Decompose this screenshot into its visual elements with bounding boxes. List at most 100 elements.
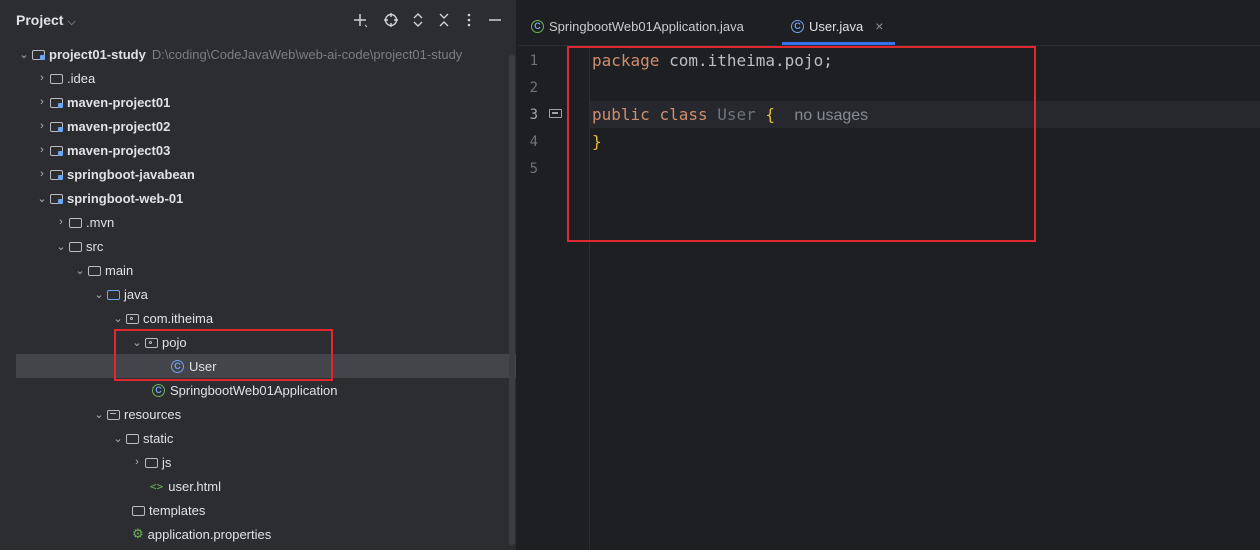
highlight-box-code [567,46,1036,242]
line-number: 2 [529,80,538,96]
tab-label: SpringbootWeb01Application.java [549,18,744,34]
module-folder-icon [50,143,67,158]
tree-item-src[interactable]: ⌄ src [0,234,516,258]
chevron-down-icon[interactable]: ⌄ [53,240,69,253]
project-title: Project [16,12,64,28]
chevron-down-icon[interactable]: ⌄ [91,288,107,301]
close-icon[interactable]: × [875,18,883,34]
target-icon[interactable] [381,10,401,30]
tree-item-springbootweb01application[interactable]: C SpringbootWeb01Application [0,378,516,402]
tree-item-label: js [162,454,172,470]
chevron-down-icon[interactable]: ⌄ [91,408,107,421]
line-number: 5 [529,161,538,177]
add-icon[interactable] [350,10,370,30]
tree-item-label: src [86,238,104,254]
tree-item-label: main [105,262,134,278]
tree-item-label: springboot-web-01 [67,190,184,206]
tree-item-label: springboot-javabean [67,166,195,182]
tree-item-label: maven-project01 [67,94,171,110]
tree-item-idea[interactable]: › .idea [0,66,516,90]
tree-item-mvn[interactable]: › .mvn [0,210,516,234]
module-folder-icon [50,95,67,110]
chevron-right-icon[interactable]: › [53,216,69,228]
tab-label: User.java [809,18,864,34]
line-number: 4 [529,134,538,150]
tree-item-application-properties[interactable]: ⚙ application.properties [0,522,516,546]
folder-icon [132,506,145,516]
tree-item-label: java [124,286,148,302]
tree-item-springboot-web-01[interactable]: ⌄ springboot-web-01 [0,186,516,210]
project-view-selector[interactable]: Project ⌵ [16,12,76,29]
source-folder-icon [107,290,120,300]
highlight-box-tree [114,329,333,381]
tree-item-static[interactable]: ⌄ static [0,426,516,450]
tree-item-maven-project01[interactable]: › maven-project01 [0,90,516,114]
collapse-all-icon[interactable] [434,10,454,30]
spring-class-icon: C [531,19,544,33]
module-folder-icon [32,47,49,62]
tree-item-main[interactable]: ⌄ main [0,258,516,282]
tree-item-label: application.properties [147,526,272,542]
chevron-right-icon[interactable]: › [129,456,145,468]
tab-springbootweb01application[interactable]: C SpringbootWeb01Application.java [531,12,744,40]
package-icon [126,314,139,324]
chevron-down-icon[interactable]: ⌄ [110,432,126,445]
tree-item-label: .idea [67,70,96,86]
active-tab-indicator [782,42,895,45]
resources-folder-icon [107,410,120,420]
chevron-down-icon[interactable]: ⌄ [34,192,50,205]
tree-item-maven-project02[interactable]: › maven-project02 [0,114,516,138]
editor-tab-bar: C SpringbootWeb01Application.java C User… [518,0,1260,46]
module-folder-icon [50,167,67,182]
tree-scrollbar[interactable] [509,55,515,545]
tree-item-label: com.itheima [143,310,214,326]
implementation-marker-icon[interactable] [549,109,562,118]
chevron-right-icon[interactable]: › [34,72,50,84]
project-path-hint: D:\coding\CodeJavaWeb\web-ai-code\projec… [151,46,463,62]
tree-item-label: templates [149,502,206,518]
spring-class-icon: C [152,383,165,397]
module-folder-icon [50,191,67,206]
more-icon[interactable] [459,10,479,30]
minimize-icon[interactable] [485,10,505,30]
chevron-right-icon[interactable]: › [34,120,50,132]
expand-all-icon[interactable] [408,10,428,30]
tab-user-java[interactable]: C User.java × [791,12,883,40]
tree-item-project01-study[interactable]: ⌄ project01-study D:\coding\CodeJavaWeb\… [0,42,516,66]
tree-item-java[interactable]: ⌄ java [0,282,516,306]
chevron-down-icon: ⌵ [67,16,76,28]
tree-item-js[interactable]: › js [0,450,516,474]
chevron-right-icon[interactable]: › [34,144,50,156]
properties-file-icon: ⚙ [132,526,144,541]
line-number: 1 [529,53,538,69]
tree-item-user-html[interactable]: <> user.html [0,474,516,498]
tree-item-label: static [143,430,174,446]
project-panel-header: Project ⌵ [0,0,516,40]
tree-item-springboot-javabean[interactable]: › springboot-javabean [0,162,516,186]
tree-item-maven-project03[interactable]: › maven-project03 [0,138,516,162]
chevron-right-icon[interactable]: › [34,96,50,108]
folder-icon [69,218,82,228]
tree-item-resources[interactable]: ⌄ resources [0,402,516,426]
tree-item-label: maven-project03 [67,142,171,158]
class-icon: C [791,19,804,33]
tree-item-label: user.html [168,478,221,494]
tree-item-label: .mvn [86,214,115,230]
tree-item-label: project01-study [49,46,146,62]
folder-icon [126,434,139,444]
chevron-right-icon[interactable]: › [34,168,50,180]
chevron-down-icon[interactable]: ⌄ [16,48,32,61]
tree-item-templates[interactable]: templates [0,498,516,522]
tree-item-label: maven-project02 [67,118,171,134]
folder-icon [69,242,82,252]
tree-item-label: SpringbootWeb01Application [170,382,338,398]
chevron-down-icon[interactable]: ⌄ [110,312,126,325]
project-panel: Project ⌵ ⌄ project01-study D:\coding\Cod… [0,0,516,550]
tree-item-label: resources [124,406,182,422]
tree-item-com-itheima[interactable]: ⌄ com.itheima [0,306,516,330]
line-number: 3 [529,107,538,123]
folder-icon [145,458,158,468]
chevron-down-icon[interactable]: ⌄ [72,264,88,277]
html-file-icon: <> [150,479,164,493]
folder-icon [88,266,101,276]
